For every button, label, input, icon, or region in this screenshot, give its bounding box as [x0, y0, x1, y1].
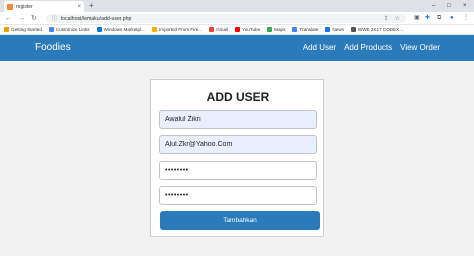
- bookmarks-bar: Getting Started Customize Links Windows Ma…: [0, 25, 474, 35]
- bookmark-favicon-icon: [151, 27, 157, 32]
- bookmark-label: Windows Marketpl...: [103, 27, 145, 32]
- browser-tab[interactable]: register ×: [4, 1, 84, 12]
- bookmark-star-icon[interactable]: ☆: [395, 15, 400, 22]
- bookmark-item[interactable]: WWE 2K17 CODEX...: [350, 27, 404, 32]
- profile-avatar-icon[interactable]: ●: [450, 14, 454, 23]
- tab-favicon-icon: [7, 3, 13, 10]
- bookmark-favicon-icon: [96, 27, 102, 32]
- bookmark-favicon-icon: [4, 27, 9, 32]
- bookmark-item[interactable]: YouTube: [235, 27, 260, 32]
- bookmark-favicon-icon: [48, 27, 54, 32]
- bookmark-item[interactable]: Imported From Fire...: [151, 27, 203, 32]
- add-user-card: ADD USER Tambahkan: [150, 79, 324, 237]
- bookmark-label: Gmail: [216, 27, 229, 32]
- extension-icon[interactable]: ▣: [414, 14, 420, 23]
- bookmark-favicon-icon: [235, 27, 241, 32]
- browser-toolbar: ← → ↻ ⓘ localhost/lemaku/add-user.php ⇪ …: [0, 12, 474, 25]
- bookmark-favicon-icon: [267, 27, 273, 32]
- bookmark-item[interactable]: Getting Started: [4, 27, 42, 32]
- tab-close-icon[interactable]: ×: [77, 4, 81, 10]
- nav-links: Add User Add Products View Order: [303, 43, 440, 52]
- forward-arrow-icon[interactable]: →: [18, 14, 25, 23]
- bookmark-favicon-icon: [209, 27, 215, 32]
- bookmark-item[interactable]: Customize Links: [48, 27, 90, 32]
- brand-logo[interactable]: Foodies: [35, 42, 71, 53]
- maximize-button[interactable]: □: [447, 1, 451, 11]
- url-text: localhost/lemaku/add-user.php: [61, 15, 132, 22]
- bookmark-favicon-icon: [350, 27, 356, 32]
- bookmark-item[interactable]: Maps: [267, 27, 285, 32]
- browser-tab-bar: register × + – □ ×: [0, 0, 474, 12]
- bookmark-label: Getting Started: [11, 27, 42, 32]
- bookmark-item[interactable]: News: [325, 27, 344, 32]
- tab-title: register: [16, 3, 33, 10]
- password-input[interactable]: [159, 161, 317, 180]
- back-arrow-icon[interactable]: ←: [5, 14, 12, 23]
- extension-puzzle-icon[interactable]: ✚: [425, 14, 430, 23]
- extensions-menu-icon[interactable]: ⧉: [437, 14, 441, 23]
- form-title: ADD USER: [206, 90, 270, 104]
- bookmark-item[interactable]: Translate: [292, 27, 318, 32]
- new-tab-button[interactable]: +: [89, 1, 94, 11]
- bookmark-label: YouTube: [242, 27, 261, 32]
- bookmark-label: Maps: [274, 27, 286, 32]
- bookmark-label: News: [332, 27, 344, 32]
- minimize-button[interactable]: –: [432, 1, 435, 11]
- bookmark-label: WWE 2K17 CODEX...: [357, 27, 404, 32]
- bookmark-favicon-icon: [292, 27, 298, 32]
- share-icon[interactable]: ⇪: [384, 15, 389, 22]
- bookmark-favicon-icon: [325, 27, 331, 32]
- email-input[interactable]: [159, 135, 317, 154]
- bookmark-label: Customize Links: [55, 27, 90, 32]
- address-bar[interactable]: ⓘ localhost/lemaku/add-user.php ⇪ ☆: [46, 14, 406, 23]
- reload-icon[interactable]: ↻: [31, 14, 37, 23]
- submit-button[interactable]: Tambahkan: [160, 211, 320, 230]
- nav-link-view-order[interactable]: View Order: [400, 43, 440, 52]
- nav-link-add-user[interactable]: Add User: [303, 43, 336, 52]
- name-input[interactable]: [159, 110, 317, 129]
- bookmark-item[interactable]: Gmail: [209, 27, 228, 32]
- close-window-button[interactable]: ×: [463, 1, 467, 11]
- nav-link-add-products[interactable]: Add Products: [344, 43, 392, 52]
- browser-menu-icon[interactable]: ⋮: [463, 14, 469, 23]
- confirm-password-input[interactable]: [159, 186, 317, 205]
- info-icon[interactable]: ⓘ: [52, 15, 57, 22]
- site-navbar: Foodies Add User Add Products View Order: [0, 35, 474, 61]
- bookmark-label: Imported From Fire...: [158, 27, 203, 32]
- bookmark-item[interactable]: Windows Marketpl...: [96, 27, 145, 32]
- bookmark-label: Translate: [299, 27, 319, 32]
